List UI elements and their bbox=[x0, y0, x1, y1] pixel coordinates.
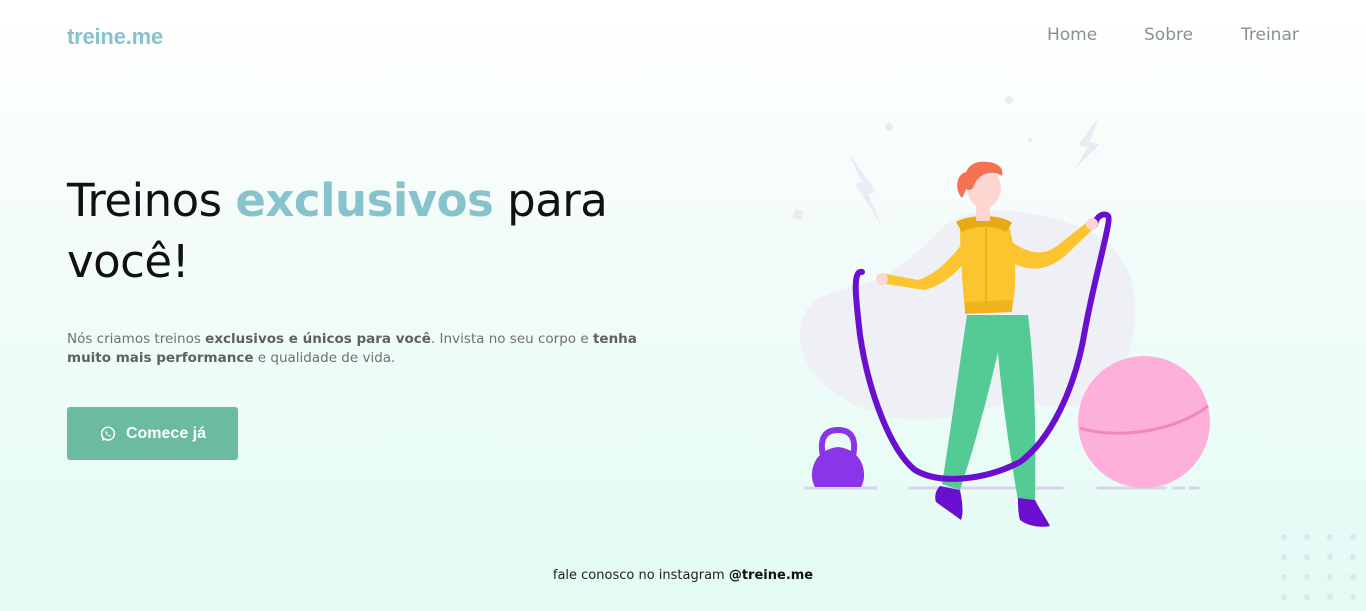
start-now-button[interactable]: Comece já bbox=[67, 407, 238, 460]
footer-contact: fale conosco no instagram @treine.me bbox=[0, 568, 1366, 583]
whatsapp-icon bbox=[100, 426, 116, 441]
footer-text: fale conosco no instagram bbox=[552, 568, 729, 583]
instagram-handle-link[interactable]: @treine.me bbox=[729, 568, 813, 583]
woman-jumping-rope-illustration bbox=[792, 94, 1210, 527]
desc-part-1: Nós criamos treinos bbox=[67, 331, 206, 347]
desc-part-2: exclusivos e únicos para você bbox=[205, 331, 431, 347]
nav-link-treinar[interactable]: Treinar bbox=[1241, 25, 1299, 45]
hero-title-highlight: exclusivos bbox=[235, 174, 494, 227]
nav-link-home[interactable]: Home bbox=[1047, 25, 1097, 45]
hero-description: Nós criamos treinos exclusivos e únicos … bbox=[67, 330, 667, 368]
desc-part-5: e qualidade de vida. bbox=[253, 350, 396, 366]
nav-link-sobre[interactable]: Sobre bbox=[1144, 25, 1193, 45]
desc-part-3: . Invista no seu corpo e bbox=[430, 331, 593, 347]
main-nav: Home Sobre Treinar bbox=[0, 25, 1366, 49]
start-now-label: Comece já bbox=[125, 424, 207, 442]
hero-title: Treinos exclusivos para você! bbox=[67, 170, 667, 292]
hero-title-start: Treinos bbox=[67, 174, 236, 227]
